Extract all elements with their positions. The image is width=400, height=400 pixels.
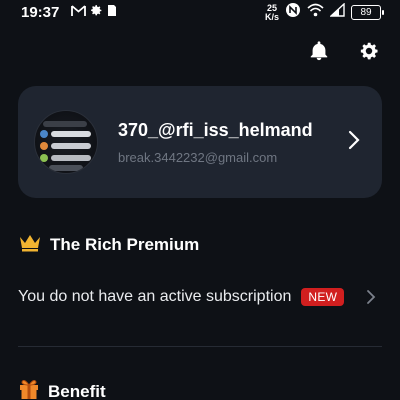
crown-icon — [18, 232, 42, 257]
bell-icon[interactable] — [308, 40, 330, 62]
benefit-heading: Benefit — [18, 378, 106, 400]
signal-icon — [329, 2, 345, 22]
settings-icon[interactable] — [358, 40, 380, 62]
nfc-icon — [285, 2, 301, 23]
gmail-icon — [71, 4, 86, 22]
avatar — [34, 110, 98, 174]
gift-icon — [18, 378, 40, 400]
chevron-right-icon — [365, 288, 377, 306]
benefit-title: Benefit — [48, 381, 106, 400]
new-badge: NEW — [301, 288, 345, 306]
status-bar: 19:37 25 K/s 89 — [0, 0, 400, 26]
divider — [18, 346, 382, 347]
premium-title: The Rich Premium — [50, 234, 200, 254]
top-actions — [308, 40, 380, 62]
username: 370_@rfi_iss_helmand — [118, 120, 313, 140]
email: break.3442232@gmail.com — [118, 150, 278, 165]
wifi-icon — [307, 3, 324, 22]
subscription-row[interactable]: You do not have an active subscription N… — [18, 285, 382, 309]
network-speed: 25 K/s — [264, 2, 279, 22]
profile-card[interactable] — [18, 86, 382, 198]
chevron-right-icon[interactable] — [346, 128, 362, 152]
sim-icon — [107, 4, 117, 22]
gear-icon — [90, 4, 103, 22]
subscription-text: You do not have an active subscription — [18, 288, 292, 305]
status-time: 19:37 — [21, 4, 60, 21]
battery-icon: 89 — [351, 5, 384, 20]
premium-heading: The Rich Premium — [18, 232, 199, 257]
